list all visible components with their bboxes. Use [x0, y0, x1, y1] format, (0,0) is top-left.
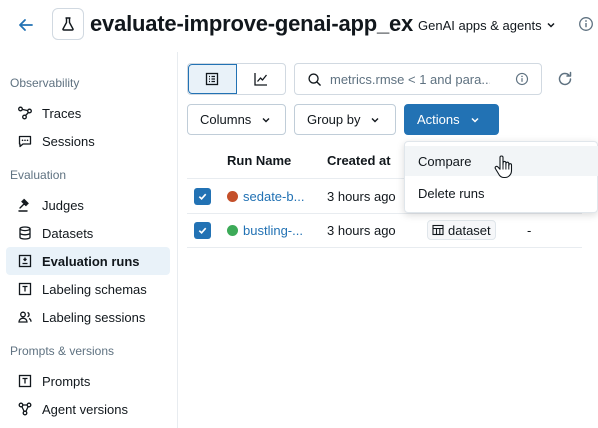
columns-button[interactable]: Columns — [187, 104, 286, 135]
line-chart-icon — [254, 73, 267, 86]
group-by-button-label: Group by — [307, 112, 361, 127]
actions-button[interactable]: Actions — [404, 104, 499, 135]
table-icon — [432, 224, 444, 236]
sidebar-item-evaluation-runs[interactable]: Evaluation runs — [6, 247, 170, 275]
chevron-down-icon — [471, 117, 479, 123]
run-color-dot[interactable] — [227, 225, 238, 236]
list-view-icon — [206, 72, 219, 86]
app-type-select[interactable]: GenAI apps & agents — [418, 14, 556, 36]
back-button[interactable] — [14, 13, 38, 37]
created-at-cell: 3 hours ago — [327, 223, 396, 238]
created-at-cell: 3 hours ago — [327, 189, 396, 204]
view-toggle — [187, 63, 286, 95]
search-input[interactable]: metrics.rmse < 1 and para... — [294, 63, 542, 95]
sidebar-item-labeling-schemas[interactable]: Labeling schemas — [6, 275, 170, 303]
sidebar-item-labeling-sessions[interactable]: Labeling sessions — [6, 303, 170, 331]
text-box-icon — [16, 372, 34, 390]
chevron-down-icon — [371, 117, 379, 122]
users-icon — [16, 308, 34, 326]
sidebar: Observability Traces Sessions Evaluation… — [0, 52, 178, 428]
experiment-icon-box — [52, 8, 84, 40]
gavel-icon — [16, 196, 34, 214]
beaker-icon — [62, 17, 74, 31]
table-view-button[interactable] — [188, 64, 237, 94]
check-icon — [198, 227, 207, 234]
dataset-tag[interactable]: dataset — [427, 220, 496, 240]
sidebar-item-sessions[interactable]: Sessions — [6, 127, 170, 155]
dataset-tag-label: dataset — [448, 222, 491, 238]
sidebar-item-label: Labeling sessions — [42, 309, 146, 325]
nodes-icon — [16, 400, 34, 418]
menu-item-delete-runs[interactable]: Delete runs — [405, 178, 598, 208]
sidebar-item-label: Datasets — [42, 225, 94, 241]
sidebar-item-label: Prompts — [42, 373, 91, 389]
chevron-down-icon — [262, 117, 270, 122]
section-label-prompts: Prompts & versions — [10, 344, 115, 358]
arrow-left-icon — [19, 19, 33, 31]
sidebar-item-judges[interactable]: Judges — [6, 191, 170, 219]
run-name-link[interactable]: bustling-... — [243, 223, 303, 238]
check-icon — [198, 193, 207, 200]
search-icon — [308, 72, 321, 86]
sidebar-item-label: Traces — [42, 105, 82, 121]
info-icon[interactable] — [578, 16, 594, 32]
search-placeholder: metrics.rmse < 1 and para... — [330, 71, 490, 87]
group-by-button[interactable]: Group by — [294, 104, 396, 135]
chat-bubble-icon — [16, 132, 34, 150]
sidebar-item-prompts[interactable]: Prompts — [6, 367, 170, 395]
sidebar-item-traces[interactable]: Traces — [6, 99, 170, 127]
sidebar-item-label: Evaluation runs — [42, 253, 140, 269]
sidebar-item-agent-versions[interactable]: Agent versions — [6, 395, 170, 423]
refresh-icon[interactable] — [555, 69, 575, 89]
table-divider — [187, 247, 582, 248]
chart-view-button[interactable] — [237, 64, 286, 94]
row-checkbox[interactable] — [194, 222, 211, 239]
actions-button-label: Actions — [417, 112, 460, 127]
column-header-created-at[interactable]: Created at — [327, 153, 391, 168]
row-checkbox[interactable] — [194, 188, 211, 205]
page-title: evaluate-improve-genai-app_ex — [90, 11, 414, 36]
sidebar-item-label: Judges — [42, 197, 84, 213]
traces-icon — [16, 104, 34, 122]
run-color-dot[interactable] — [227, 191, 238, 202]
list-check-icon — [16, 252, 34, 270]
sidebar-item-label: Labeling schemas — [42, 281, 147, 297]
database-icon — [16, 224, 34, 242]
section-label-evaluation: Evaluation — [10, 168, 67, 182]
column-header-run-name[interactable]: Run Name — [227, 153, 291, 168]
hand-cursor-icon — [494, 155, 513, 179]
section-label-observability: Observability — [10, 76, 80, 90]
extra-cell: - — [527, 223, 532, 238]
sidebar-item-label: Agent versions — [42, 401, 128, 417]
text-box-icon — [16, 280, 34, 298]
chevron-down-icon — [547, 22, 555, 28]
columns-button-label: Columns — [200, 112, 252, 127]
sidebar-item-datasets[interactable]: Datasets — [6, 219, 170, 247]
run-name-link[interactable]: sedate-b... — [243, 189, 304, 204]
page-header: evaluate-improve-genai-app_ex GenAI apps… — [0, 0, 598, 52]
table-divider — [187, 213, 582, 214]
app-type-select-label: GenAI apps & agents — [418, 17, 542, 33]
info-icon[interactable] — [515, 72, 529, 86]
sidebar-item-label: Sessions — [42, 133, 95, 149]
